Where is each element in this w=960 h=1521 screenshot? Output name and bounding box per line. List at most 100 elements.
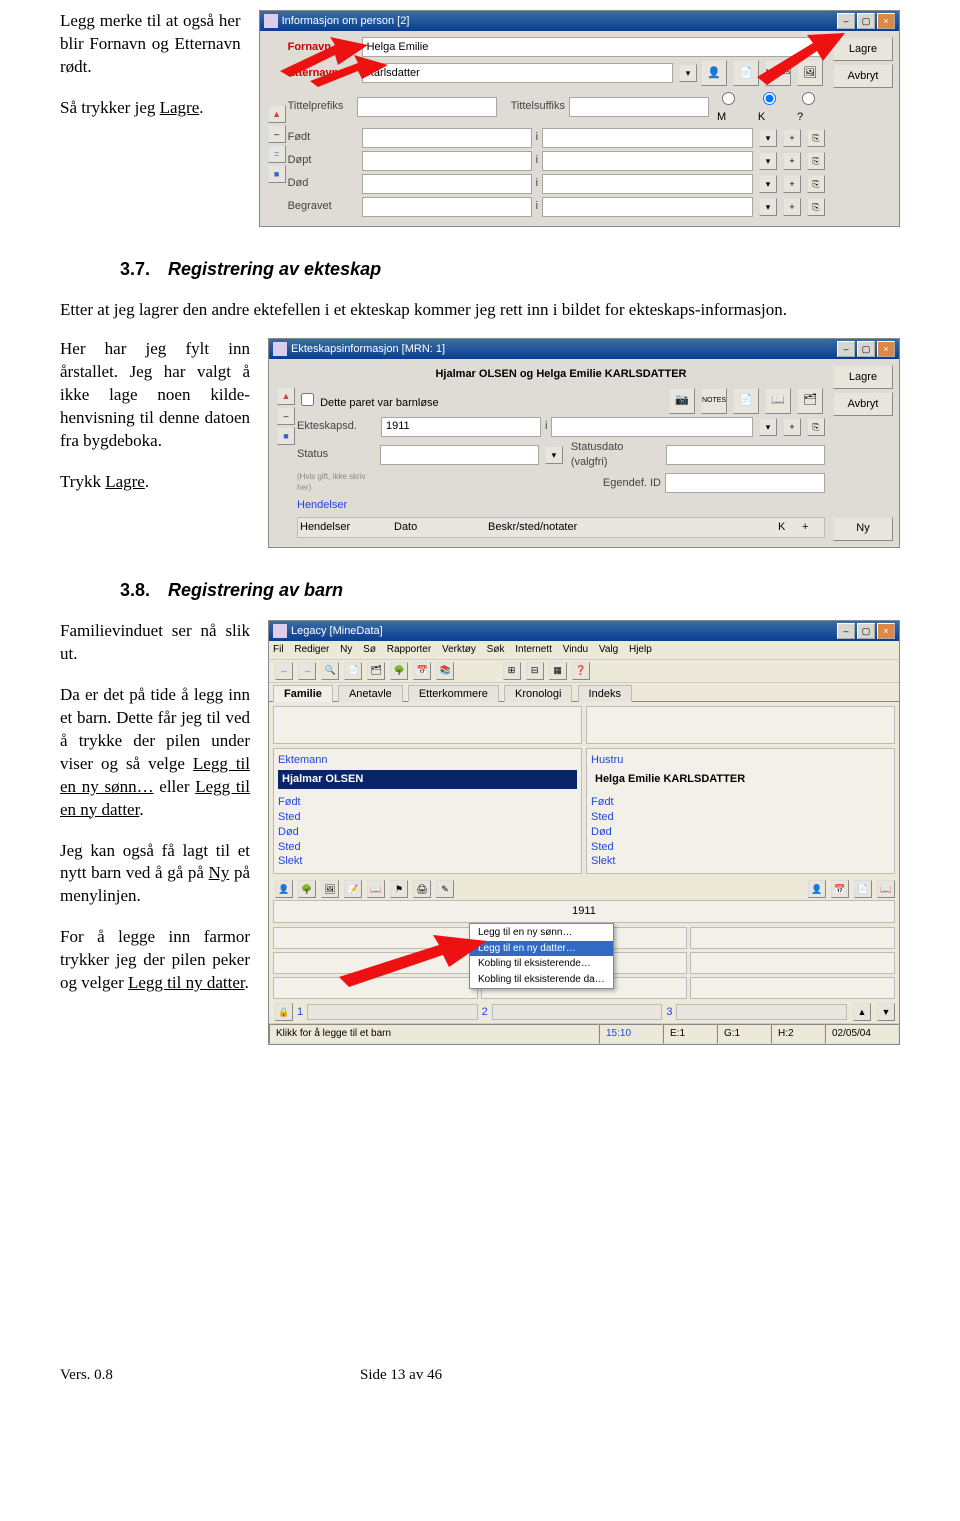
begravet-date-input[interactable]	[362, 197, 532, 217]
icon-r2[interactable]: 📅	[831, 880, 849, 898]
tb-icon[interactable]: 📅	[413, 662, 431, 680]
gender-m-radio[interactable]: M	[717, 89, 748, 125]
tab-anetavle[interactable]: Anetavle	[338, 685, 403, 702]
menu-verktoy[interactable]: Verktøy	[442, 644, 476, 655]
menu-vindu[interactable]: Vindu	[563, 644, 588, 655]
plus-icon[interactable]: +	[783, 129, 801, 147]
tab-familie[interactable]: Familie	[273, 685, 333, 702]
plus-icon[interactable]: +	[783, 152, 801, 170]
dropdown-icon[interactable]: ▾	[545, 446, 563, 464]
child-slot-4[interactable]	[273, 952, 478, 974]
hustru-name[interactable]: Helga Emilie KARLSDATTER	[591, 770, 890, 789]
menu-internett[interactable]: Internett	[515, 644, 552, 655]
prefix-input[interactable]	[357, 97, 497, 117]
icon-person[interactable]: 👤	[275, 880, 293, 898]
dropdown-icon[interactable]: ▾	[679, 64, 697, 82]
menu-fil[interactable]: Fil	[273, 644, 284, 655]
src-icon[interactable]: ⎘	[807, 418, 825, 436]
plus-icon[interactable]: +	[783, 418, 801, 436]
dopt-place-input[interactable]	[542, 151, 753, 171]
close-button[interactable]: ×	[877, 13, 895, 29]
icon-flag[interactable]: ⚑	[390, 880, 408, 898]
egendef-input[interactable]	[665, 473, 825, 493]
menu-rediger[interactable]: Rediger	[294, 644, 329, 655]
tool-icon-4[interactable]: 🖼	[797, 60, 823, 86]
plus-icon[interactable]: +	[783, 175, 801, 193]
icon-note[interactable]: 📝	[344, 880, 362, 898]
ektdato-input[interactable]: 1911	[381, 417, 541, 437]
tool-icon-1[interactable]: 👤	[701, 60, 727, 86]
tool-icon[interactable]: 📄	[733, 388, 759, 414]
scroll-down-icon[interactable]: ▼	[877, 1003, 895, 1021]
icon-r3[interactable]: 📄	[854, 880, 872, 898]
dropdown-icon[interactable]: ▾	[759, 129, 777, 147]
menu-add-son[interactable]: Legg til en ny sønn…	[470, 925, 613, 941]
menu-add-daughter[interactable]: Legg til en ny datter…	[470, 941, 613, 957]
close-button[interactable]: ×	[877, 341, 895, 357]
grandfather-slot[interactable]	[273, 706, 582, 744]
dopt-date-input[interactable]	[362, 151, 532, 171]
grandmother-slot[interactable]	[586, 706, 895, 744]
tb-icon[interactable]: 📚	[436, 662, 454, 680]
icon-r4[interactable]: 📖	[877, 880, 895, 898]
barren-checkbox[interactable]: Dette paret var barnløse	[297, 390, 439, 411]
menu-sok[interactable]: Sø	[363, 644, 376, 655]
child-slot-9[interactable]	[690, 977, 895, 999]
tb-icon[interactable]: 🌳	[390, 662, 408, 680]
tb-icon[interactable]: ⊟	[526, 662, 544, 680]
maximize-button[interactable]: ▢	[857, 341, 875, 357]
icon-print[interactable]: 🖨	[413, 880, 431, 898]
tool-icon[interactable]: 📷	[669, 388, 695, 414]
lagre-button[interactable]: Lagre	[833, 37, 893, 61]
src-icon[interactable]: ⎘	[807, 129, 825, 147]
dod-date-input[interactable]	[362, 174, 532, 194]
dropdown-icon[interactable]: ▾	[759, 418, 777, 436]
back-icon[interactable]: ←	[275, 662, 293, 680]
menu-link-existing-d[interactable]: Kobling til eksisterende da…	[470, 972, 613, 988]
child-slot-1[interactable]	[273, 927, 478, 949]
dod-place-input[interactable]	[542, 174, 753, 194]
fodt-date-input[interactable]	[362, 128, 532, 148]
close-button[interactable]: ×	[877, 623, 895, 639]
tool-icon[interactable]: 📖	[765, 388, 791, 414]
lock-icon[interactable]: 🔒	[275, 1003, 293, 1021]
etternavn-input[interactable]: Karlsdatter	[362, 63, 673, 83]
icon-pic[interactable]: 🖼	[321, 880, 339, 898]
maximize-button[interactable]: ▢	[857, 13, 875, 29]
icon-book[interactable]: 📖	[367, 880, 385, 898]
dropdown-icon[interactable]: ▾	[759, 152, 777, 170]
avbryt-button[interactable]: Avbryt	[833, 392, 893, 416]
tb-icon[interactable]: 📄	[344, 662, 362, 680]
menu-ny[interactable]: Ny	[340, 644, 352, 655]
menu-valg[interactable]: Valg	[599, 644, 618, 655]
child-slot-3[interactable]	[690, 927, 895, 949]
lagre-button[interactable]: Lagre	[833, 365, 893, 389]
minimize-button[interactable]: –	[837, 623, 855, 639]
marriage-bar[interactable]: 1911	[273, 900, 895, 923]
maximize-button[interactable]: ▢	[857, 623, 875, 639]
suffix-input[interactable]	[569, 97, 709, 117]
gender-k-radio[interactable]: K	[758, 89, 787, 125]
child-slot-6[interactable]	[690, 952, 895, 974]
tb-icon[interactable]: 🗂	[367, 662, 385, 680]
dropdown-icon[interactable]: ▾	[759, 198, 777, 216]
menu-link-existing[interactable]: Kobling til eksisterende…	[470, 956, 613, 972]
tab-indeks[interactable]: Indeks	[578, 685, 632, 702]
scroll-up-icon[interactable]: ▲	[853, 1003, 871, 1021]
menu-sok2[interactable]: Søk	[487, 644, 505, 655]
icon-tree[interactable]: 🌳	[298, 880, 316, 898]
menu-hjelp[interactable]: Hjelp	[629, 644, 652, 655]
menu-rapporter[interactable]: Rapporter	[387, 644, 431, 655]
fodt-place-input[interactable]	[542, 128, 753, 148]
src-icon[interactable]: ⎘	[807, 198, 825, 216]
dropdown-icon[interactable]: ▾	[759, 175, 777, 193]
status-input[interactable]	[380, 445, 539, 465]
minimize-button[interactable]: –	[837, 341, 855, 357]
tb-icon[interactable]: ❓	[572, 662, 590, 680]
src-icon[interactable]: ⎘	[807, 152, 825, 170]
tool-icon-2[interactable]: 📄	[733, 60, 759, 86]
src-icon[interactable]: ⎘	[807, 175, 825, 193]
tab-kronologi[interactable]: Kronologi	[504, 685, 572, 702]
begravet-place-input[interactable]	[542, 197, 753, 217]
notes-icon[interactable]: NOTES	[765, 60, 791, 86]
